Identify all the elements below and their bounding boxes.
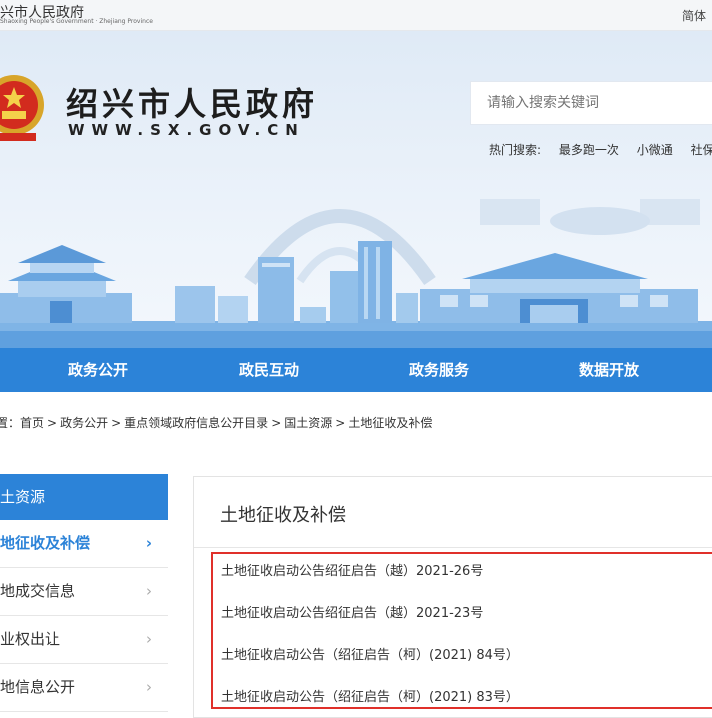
sidebar-item-label: 地信息公开 — [0, 678, 76, 696]
breadcrumb-current: 土地征收及补偿 — [348, 416, 433, 430]
breadcrumb-link[interactable]: 政务公开 — [60, 416, 108, 430]
sidebar-item-mining-rights[interactable]: 业权出让 › — [0, 616, 168, 664]
breadcrumb-separator: > — [271, 416, 282, 430]
sidebar-item-land-expropriation[interactable]: 地征收及补偿 › — [0, 520, 168, 568]
list-item[interactable]: 土地征收启动公告（绍征启告（柯）(2021) 83号） — [221, 686, 519, 705]
main-nav: 政务公开 政民互动 政务服务 数据开放 — [0, 348, 712, 392]
site-title[interactable]: 绍兴市人民政府 — [66, 79, 318, 125]
breadcrumb-separator: > — [111, 416, 122, 430]
sidebar: 土资源 地征收及补偿 › 地成交信息 › 业权出让 › 地信息公开 › — [0, 474, 168, 712]
list-item[interactable]: 土地征收启动公告绍征启告（越）2021-23号 — [221, 602, 483, 621]
nav-item-open-data[interactable]: 数据开放 — [579, 348, 639, 392]
nav-item-gov-affairs-open[interactable]: 政务公开 — [68, 348, 128, 392]
highlighted-notice-list: 土地征收启动公告绍征启告（越）2021-26号 土地征收启动公告绍征启告（越）2… — [211, 552, 712, 709]
hot-search-label: 热门搜索: — [489, 143, 542, 157]
sidebar-heading: 土资源 — [0, 474, 168, 520]
breadcrumb-separator: > — [47, 416, 58, 430]
chevron-right-icon: › — [146, 678, 152, 696]
hot-search: 热门搜索: 最多跑一次 小微通 社保 — [489, 141, 712, 158]
breadcrumb-prefix: 置： — [0, 416, 21, 430]
hot-term[interactable]: 社保 — [691, 143, 712, 157]
chevron-right-icon: › — [145, 534, 152, 552]
language-switch[interactable]: 简体 — [682, 7, 706, 24]
hot-term[interactable]: 小微通 — [637, 143, 673, 157]
sidebar-item-label: 地成交信息 — [0, 582, 76, 600]
site-url: WWW.SX.GOV.CN — [68, 121, 305, 139]
chevron-right-icon: › — [146, 582, 152, 600]
national-emblem-icon — [0, 75, 44, 141]
sidebar-item-land-transactions[interactable]: 地成交信息 › — [0, 568, 168, 616]
sidebar-item-label: 业权出让 — [0, 630, 61, 648]
top-logo-subtitle: Shaoxing People's Government · Zhejiang … — [0, 18, 153, 25]
list-item[interactable]: 土地征收启动公告绍征启告（越）2021-26号 — [221, 560, 483, 579]
breadcrumb-separator: > — [335, 416, 346, 430]
divider — [194, 547, 712, 548]
hot-term[interactable]: 最多跑一次 — [559, 143, 619, 157]
breadcrumb-link[interactable]: 国土资源 — [284, 416, 332, 430]
top-bar: 兴市人民政府 Shaoxing People's Government · Zh… — [0, 0, 712, 31]
header-banner: 绍兴市人民政府 WWW.SX.GOV.CN 热门搜索: 最多跑一次 小微通 社保 — [0, 31, 712, 348]
panel-title: 土地征收及补偿 — [220, 505, 346, 526]
sidebar-item-label: 地征收及补偿 — [0, 534, 91, 552]
nav-item-services[interactable]: 政务服务 — [409, 348, 469, 392]
breadcrumb-link[interactable]: 首页 — [20, 416, 44, 430]
sidebar-item-land-info[interactable]: 地信息公开 › — [0, 664, 168, 712]
search-input[interactable] — [470, 81, 712, 125]
breadcrumb-link[interactable]: 重点领域政府信息公开目录 — [124, 416, 268, 430]
nav-item-interaction[interactable]: 政民互动 — [239, 348, 299, 392]
list-item[interactable]: 土地征收启动公告（绍征启告（柯）(2021) 84号） — [221, 644, 519, 663]
breadcrumb: 置：首页 > 政务公开 > 重点领域政府信息公开目录 > 国土资源 > 土地征收及补偿 — [0, 414, 432, 431]
chevron-right-icon: › — [146, 630, 152, 648]
